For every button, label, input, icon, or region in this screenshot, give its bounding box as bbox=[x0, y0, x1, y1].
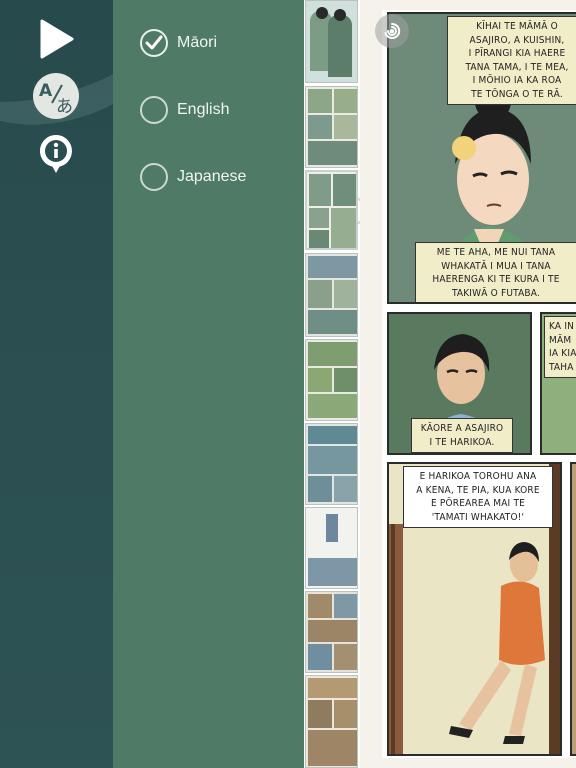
page-options-button[interactable] bbox=[375, 14, 409, 48]
comic-page-sheet: KĪHAI TE MĀMĀ O ASAJIRO, A KUISHIN, I PĪ… bbox=[382, 10, 576, 758]
play-icon bbox=[40, 19, 74, 59]
language-option-english[interactable]: English bbox=[140, 94, 229, 126]
page-thumbnail-strip[interactable] bbox=[304, 0, 360, 768]
svg-text:あ: あ bbox=[56, 97, 73, 117]
radio-button[interactable] bbox=[140, 29, 168, 57]
language-label: English bbox=[177, 101, 230, 118]
svg-text:A: A bbox=[39, 81, 53, 101]
page-thumbnail[interactable] bbox=[305, 339, 358, 421]
comic-page: KĪHAI TE MĀMĀ O ASAJIRO, A KUISHIN, I PĪ… bbox=[360, 0, 576, 768]
play-button[interactable] bbox=[32, 15, 80, 63]
translate-button[interactable]: A あ bbox=[32, 72, 80, 120]
info-icon bbox=[39, 135, 72, 173]
translate-icon: A あ bbox=[33, 73, 79, 119]
comic-panel: KA IN MĀM IA KIA TAHA bbox=[540, 312, 576, 455]
page-thumbnail[interactable] bbox=[305, 253, 358, 337]
page-thumbnail[interactable] bbox=[305, 591, 358, 673]
language-label: Japanese bbox=[177, 168, 247, 185]
page-thumbnail[interactable] bbox=[305, 507, 358, 589]
caption-box: KA IN MĀM IA KIA TAHA bbox=[544, 316, 576, 378]
caption-box: KĀORE A ASAJIRO I TE HARIKOA. bbox=[411, 418, 513, 453]
language-label: Māori bbox=[177, 34, 218, 51]
comic-panel bbox=[570, 462, 576, 756]
radio-button[interactable] bbox=[140, 96, 168, 124]
page-thumbnail[interactable] bbox=[305, 423, 358, 505]
radio-button[interactable] bbox=[140, 163, 168, 191]
page-thumbnail-current[interactable] bbox=[305, 170, 358, 250]
comic-panel: KĪHAI TE MĀMĀ O ASAJIRO, A KUISHIN, I PĪ… bbox=[387, 12, 576, 304]
comic-panel: KĀORE A ASAJIRO I TE HARIKOA. bbox=[387, 312, 532, 455]
caption-box: KĪHAI TE MĀMĀ O ASAJIRO, A KUISHIN, I PĪ… bbox=[447, 16, 576, 105]
swirl-icon bbox=[384, 22, 401, 39]
checkmark-icon bbox=[145, 35, 163, 50]
caption-box: E HARIKOA TOROHU ANA A KENA, TE PIA, KUA… bbox=[403, 466, 553, 528]
page-thumbnail[interactable] bbox=[305, 0, 358, 83]
page-thumbnail[interactable] bbox=[305, 86, 358, 168]
info-button[interactable] bbox=[32, 130, 80, 178]
language-option-maori[interactable]: Māori bbox=[140, 27, 217, 59]
caption-box: ME TE AHA, ME NUI TANA WHAKATĀ I MUA I T… bbox=[415, 242, 576, 302]
language-option-japanese[interactable]: Japanese bbox=[140, 161, 246, 193]
page-thumbnail[interactable] bbox=[305, 675, 358, 768]
language-panel: Māori English Japanese bbox=[113, 0, 304, 768]
toolbar: A あ bbox=[0, 0, 113, 768]
comic-panel: E HARIKOA TOROHU ANA A KENA, TE PIA, KUA… bbox=[387, 462, 562, 756]
